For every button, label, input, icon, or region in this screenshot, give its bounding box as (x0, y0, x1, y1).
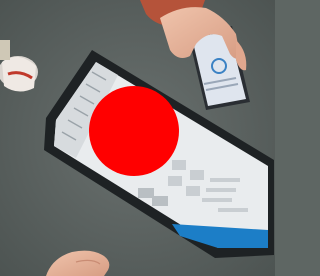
photo-scene (0, 0, 275, 276)
red-redaction-circle (89, 86, 179, 176)
tablet-button-right (152, 196, 168, 206)
photo-illustration (0, 0, 275, 276)
tablet-button-left (138, 188, 154, 198)
